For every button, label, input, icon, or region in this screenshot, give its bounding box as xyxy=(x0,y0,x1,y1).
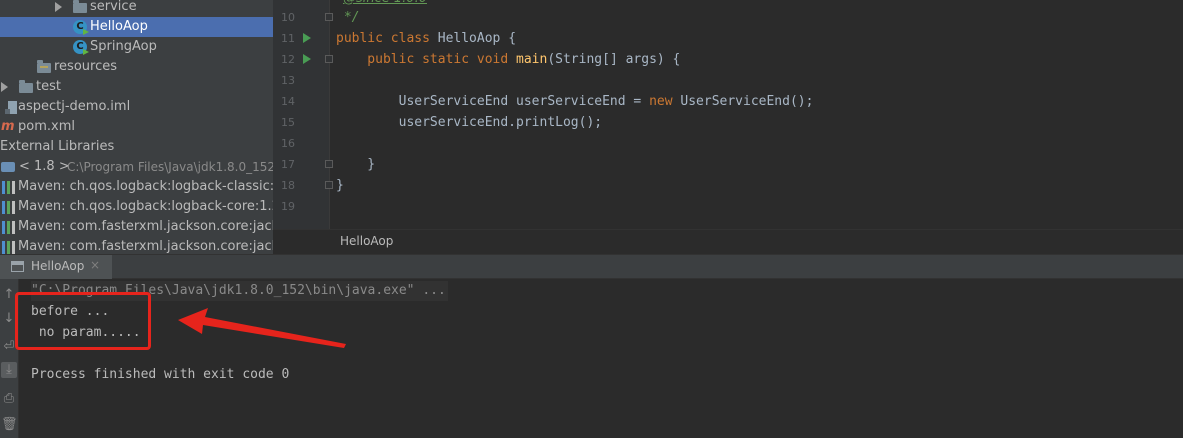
identifier-token: UserServiceEnd userServiceEnd = xyxy=(336,94,650,109)
tree-item-label: Maven: com.fasterxml.jackson.core:jackso… xyxy=(18,239,273,254)
annotation-highlight-box xyxy=(15,292,151,350)
annotation-arrow xyxy=(178,308,346,348)
code-line-12: public static void main(String[] args) { xyxy=(336,49,680,70)
identifier-token: HelloAop { xyxy=(437,31,517,46)
line-number: 15 xyxy=(281,116,295,129)
tree-item-library[interactable]: Maven: com.fasterxml.jackson.core:jackso… xyxy=(0,217,273,237)
tree-item-springaop[interactable]: C SpringAop xyxy=(0,37,273,57)
tree-item-label: HelloAop xyxy=(90,19,148,34)
code-line-15: userServiceEnd.printLog(); xyxy=(336,112,603,133)
line-number: 11 xyxy=(281,32,295,45)
keyword-token: new xyxy=(649,94,681,109)
tree-item-test[interactable]: test xyxy=(0,77,273,97)
tree-item-resources[interactable]: resources xyxy=(0,57,273,77)
tree-item-label: service xyxy=(90,0,137,14)
identifier-token: } xyxy=(336,178,344,193)
jdk-path: C:\Program Files\Java\jdk1.8.0_152 xyxy=(67,160,273,174)
close-tab-icon[interactable]: × xyxy=(90,258,100,272)
resources-folder-icon xyxy=(37,60,51,73)
tree-item-label: aspectj-demo.iml xyxy=(18,99,131,114)
console-line: Process finished with exit code 0 xyxy=(31,367,290,382)
tree-item-library[interactable]: Maven: ch.qos.logback:logback-classic:1.… xyxy=(0,177,273,197)
maven-icon: m xyxy=(1,119,15,134)
gutter-divider xyxy=(329,0,330,229)
java-class-icon: C xyxy=(73,20,87,34)
tree-item-label: < 1.8 > xyxy=(19,159,70,174)
identifier-token: (String[] args) { xyxy=(547,52,681,67)
project-tree: service C HelloAop C SpringAop resources… xyxy=(0,0,273,254)
tree-item-label: test xyxy=(36,79,61,94)
folder-icon xyxy=(19,80,33,93)
tree-item-label: Maven: ch.qos.logback:logback-classic:1.… xyxy=(18,179,273,194)
tree-item-library[interactable]: Maven: com.fasterxml.jackson.core:jackso… xyxy=(0,237,273,254)
line-number: 16 xyxy=(281,137,295,150)
library-icon xyxy=(2,181,15,194)
tree-item-label: Maven: ch.qos.logback:logback-core:1.2.3 xyxy=(18,199,273,214)
tree-item-service[interactable]: service xyxy=(0,0,273,17)
tree-item-label: pom.xml xyxy=(18,119,75,134)
identifier-token: userServiceEnd.printLog(); xyxy=(336,115,603,130)
module-file-icon xyxy=(5,101,17,114)
library-icon xyxy=(2,221,15,234)
tree-item-iml[interactable]: aspectj-demo.iml xyxy=(0,97,273,117)
console-output[interactable]: "C:\Program Files\Java\jdk1.8.0_152\bin\… xyxy=(19,279,1183,438)
console-icon xyxy=(11,261,24,272)
line-number: 17 xyxy=(281,158,295,171)
line-number: 10 xyxy=(281,11,295,24)
method-token: main xyxy=(516,52,548,67)
tree-item-library[interactable]: Maven: ch.qos.logback:logback-core:1.2.3 xyxy=(0,197,273,217)
java-class-icon: C xyxy=(73,40,87,54)
line-number: 14 xyxy=(281,95,295,108)
run-tab-helloaop[interactable]: HelloAop × xyxy=(0,255,112,279)
line-number: 18 xyxy=(281,179,295,192)
tree-item-pom[interactable]: m pom.xml xyxy=(0,117,273,137)
tree-item-label: resources xyxy=(54,59,118,74)
scroll-to-end-icon[interactable]: ⤓ xyxy=(1,362,17,378)
identifier-token: UserServiceEnd(); xyxy=(680,94,814,109)
tree-item-jdk[interactable]: < 1.8 > C:\Program Files\Java\jdk1.8.0_1… xyxy=(0,157,273,177)
line-number: 13 xyxy=(281,74,295,87)
fold-marker-icon[interactable] xyxy=(325,181,333,189)
comment-text: */ xyxy=(336,10,360,25)
tree-item-label: SpringAop xyxy=(90,39,157,54)
keyword-token: public class xyxy=(336,31,438,46)
keyword-token: public static void xyxy=(336,52,517,67)
code-line-10: */ xyxy=(336,7,360,28)
tree-item-label: External Libraries xyxy=(0,139,115,154)
run-tool-window-header: HelloAop × xyxy=(0,254,1183,279)
print-icon[interactable]: ⎙ xyxy=(1,391,17,407)
run-class-icon[interactable] xyxy=(303,33,311,43)
line-number: 12 xyxy=(281,53,295,66)
expand-arrow-icon[interactable] xyxy=(55,2,62,12)
library-icon xyxy=(2,201,15,214)
expand-arrow-icon[interactable] xyxy=(1,82,8,92)
fold-marker-icon[interactable] xyxy=(325,160,333,168)
library-icon xyxy=(2,241,15,254)
identifier-token: } xyxy=(336,157,376,172)
code-editor[interactable]: @since 1.0.0 10 11 12 13 14 15 16 17 18 … xyxy=(273,0,1183,254)
code-line-14: UserServiceEnd userServiceEnd = new User… xyxy=(336,91,814,112)
code-line-11: public class HelloAop { xyxy=(336,28,516,49)
run-tab-label: HelloAop xyxy=(31,259,85,273)
tree-item-external-libraries[interactable]: External Libraries xyxy=(0,137,273,157)
folder-icon xyxy=(73,0,87,13)
code-line-17: } xyxy=(336,154,375,175)
jdk-icon xyxy=(1,162,15,172)
editor-breadcrumb: HelloAop xyxy=(273,229,1183,254)
tree-item-helloaop[interactable]: C HelloAop xyxy=(0,17,273,37)
tree-item-label: Maven: com.fasterxml.jackson.core:jackso… xyxy=(18,219,273,234)
code-line-18: } xyxy=(336,175,344,196)
run-main-icon[interactable] xyxy=(303,54,311,64)
fold-marker-icon[interactable] xyxy=(325,13,333,21)
line-number: 19 xyxy=(281,200,295,213)
fold-marker-icon[interactable] xyxy=(325,55,333,63)
trash-icon[interactable]: 🗑 xyxy=(1,417,18,433)
breadcrumb-item[interactable]: HelloAop xyxy=(340,234,393,248)
